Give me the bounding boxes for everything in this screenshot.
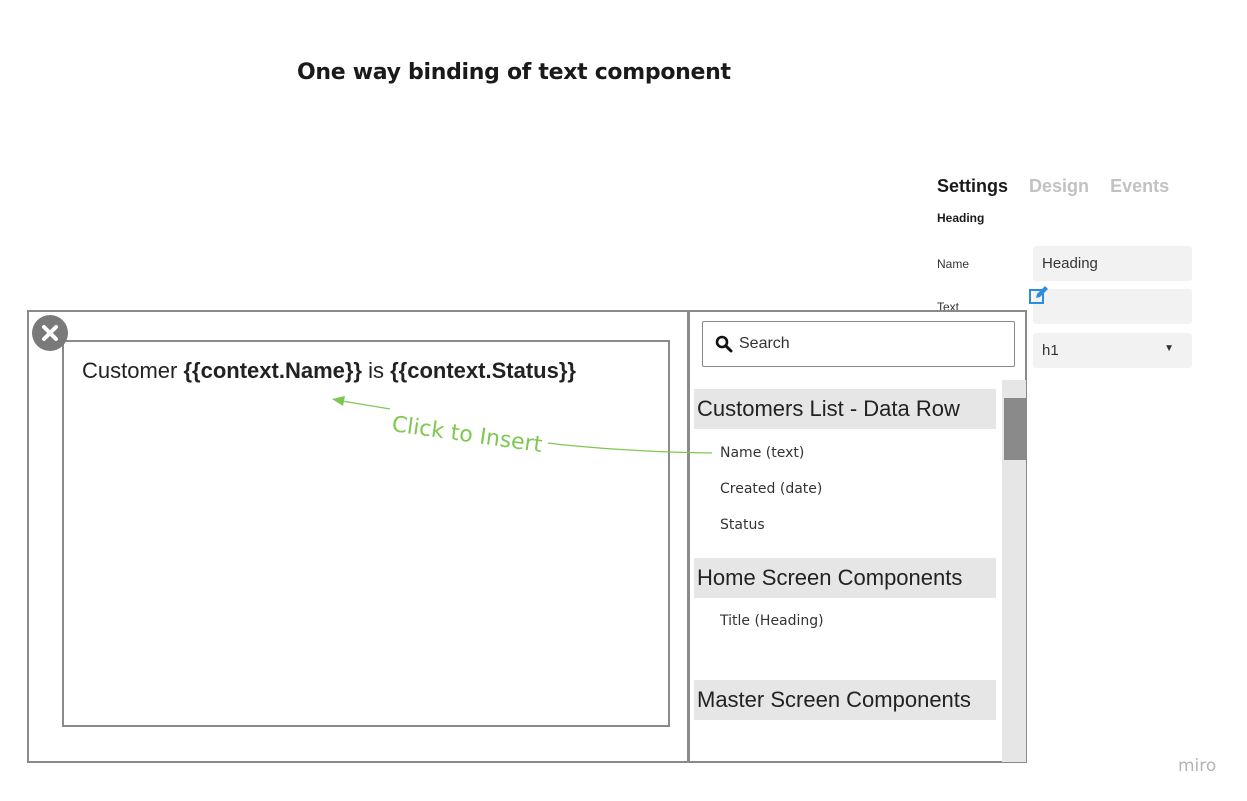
- binding-token-name: {{context.Name}}: [183, 358, 362, 383]
- binding-token-status: {{context.Status}}: [390, 358, 576, 383]
- close-icon: [42, 325, 58, 341]
- search-input[interactable]: Search: [702, 321, 1015, 367]
- list-item-status[interactable]: Status: [720, 517, 765, 533]
- text-field[interactable]: [1033, 289, 1192, 324]
- edit-icon[interactable]: [1028, 284, 1050, 306]
- dialog-divider: [687, 310, 690, 763]
- editor-text-prefix: Customer: [82, 358, 184, 383]
- page-title: One way binding of text component: [297, 60, 731, 85]
- settings-section-title: Heading: [937, 211, 985, 225]
- list-item-name[interactable]: Name (text): [720, 445, 804, 461]
- scrollbar-thumb[interactable]: [1004, 398, 1026, 460]
- close-button[interactable]: [32, 315, 68, 351]
- tab-events[interactable]: Events: [1110, 176, 1169, 196]
- miro-watermark: miro: [1178, 756, 1217, 776]
- search-icon: [715, 335, 733, 353]
- group-header-home-screen: Home Screen Components: [694, 558, 996, 598]
- group-header-customers-list: Customers List - Data Row: [694, 389, 996, 429]
- list-item-title-heading[interactable]: Title (Heading): [720, 613, 824, 629]
- list-item-created[interactable]: Created (date): [720, 481, 822, 497]
- group-header-master-screen: Master Screen Components: [694, 680, 996, 720]
- text-editor-area[interactable]: [62, 340, 670, 727]
- name-field-label: Name: [937, 257, 970, 271]
- search-placeholder: Search: [739, 335, 790, 352]
- settings-tabs: Settings Design Events: [937, 176, 1185, 197]
- name-field[interactable]: Heading: [1033, 246, 1192, 281]
- tab-design[interactable]: Design: [1029, 176, 1089, 196]
- heading-level-select[interactable]: h1 ▼: [1033, 333, 1192, 368]
- editor-text-middle: is: [362, 358, 391, 383]
- caret-down-icon: ▼: [1164, 343, 1174, 354]
- editor-text[interactable]: Customer {{context.Name}} is {{context.S…: [82, 358, 576, 384]
- tab-settings[interactable]: Settings: [937, 176, 1008, 196]
- heading-level-value: h1: [1042, 342, 1059, 359]
